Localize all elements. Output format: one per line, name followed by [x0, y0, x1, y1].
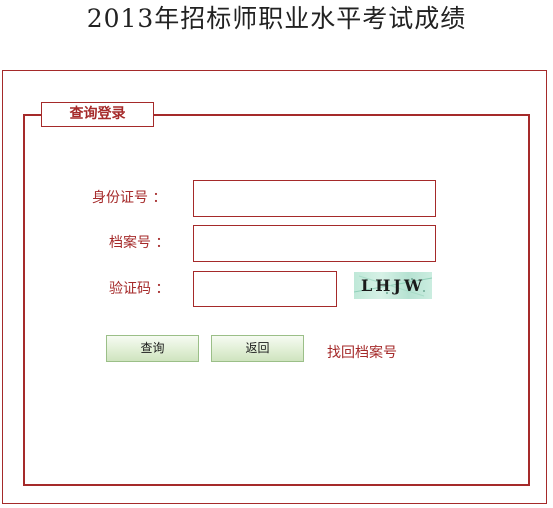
captcha-text: LHJW: [361, 276, 425, 295]
fieldset-legend: 查询登录: [41, 102, 154, 127]
id-number-input[interactable]: [193, 180, 436, 217]
query-button[interactable]: 查询: [106, 335, 199, 362]
captcha-image[interactable]: LHJW: [354, 272, 432, 299]
page-title: 2013年招标师职业水平考试成绩: [86, 4, 467, 33]
captcha-label: 验证码 ：: [109, 281, 170, 297]
back-button[interactable]: 返回: [211, 335, 304, 362]
file-number-input[interactable]: [193, 225, 436, 262]
file-number-label: 档案号 ：: [109, 235, 170, 251]
id-number-label: 身份证号 ：: [92, 190, 167, 206]
captcha-input[interactable]: [193, 271, 337, 307]
recover-file-number-link[interactable]: 找回档案号: [327, 344, 397, 362]
